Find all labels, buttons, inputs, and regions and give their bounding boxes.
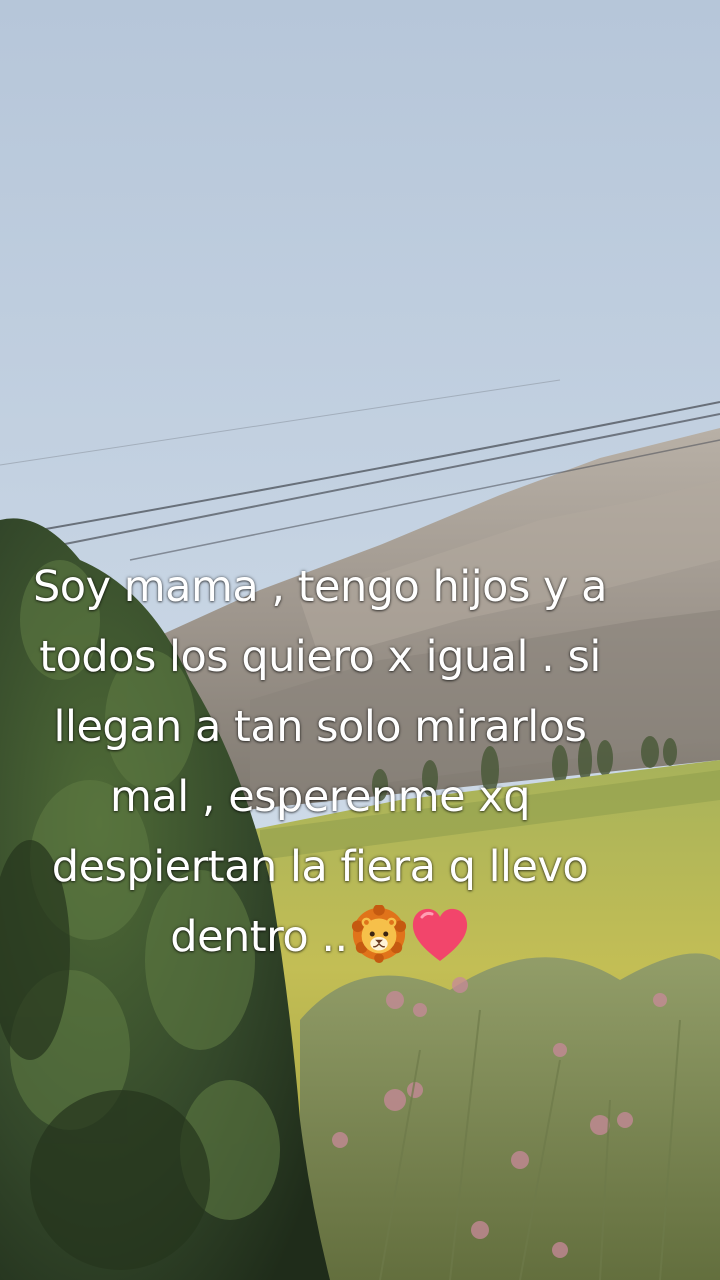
caption-line: todos los quiero x igual . si: [39, 632, 601, 682]
caption-text: Soy mama , tengo hijos y a todos los qui…: [10, 552, 630, 972]
caption-line: llegan a tan solo mirarlos: [53, 702, 587, 752]
caption-line: dentro ..: [170, 912, 348, 962]
photo-scene: Soy mama , tengo hijos y a todos los qui…: [0, 0, 720, 1280]
caption-line: despiertan la fiera q llevo: [51, 842, 589, 892]
heart-icon: [410, 907, 470, 963]
caption-last-line: dentro ..: [10, 902, 630, 972]
caption-line: Soy mama , tengo hijos y a: [32, 562, 608, 612]
lion-face-icon: [350, 905, 408, 963]
caption-line: mal , esperenme xq: [110, 772, 531, 822]
